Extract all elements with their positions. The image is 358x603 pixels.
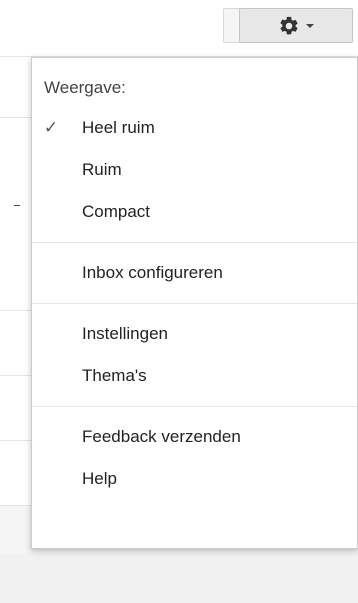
checkmark-icon: ✓ — [43, 118, 59, 137]
menu-item-label: Inbox configureren — [82, 263, 223, 282]
menu-item-label: Thema's — [82, 366, 147, 385]
gear-icon — [280, 16, 298, 34]
menu-item-label: Heel ruim — [82, 118, 155, 137]
display-density-label: Weergave: — [44, 78, 126, 97]
gmail-page: Nl Weergave: ✓ Heel ruim Ruim Compact In… — [0, 0, 358, 603]
menu-item-configure-inbox[interactable]: Inbox configureren — [32, 252, 357, 294]
menu-item-themes[interactable]: Thema's — [32, 355, 357, 397]
row-fragment — [14, 205, 20, 206]
menu-separator — [32, 303, 357, 304]
footer-band — [0, 553, 358, 603]
menu-item-compact[interactable]: Compact — [32, 191, 357, 233]
menu-item-comfortable[interactable]: ✓ Heel ruim — [32, 107, 357, 149]
menu-item-label: Feedback verzenden — [82, 427, 241, 446]
settings-button[interactable] — [239, 8, 353, 43]
menu-item-help[interactable]: Help — [32, 458, 357, 500]
menu-separator — [32, 406, 357, 407]
settings-menu: Weergave: ✓ Heel ruim Ruim Compact Inbox… — [31, 57, 358, 549]
menu-item-send-feedback[interactable]: Feedback verzenden — [32, 416, 357, 458]
chevron-down-icon — [306, 23, 314, 28]
menu-item-label: Help — [82, 469, 117, 488]
menu-item-label: Compact — [82, 202, 151, 221]
menu-item-label: Ruim — [82, 160, 122, 179]
menu-item-settings[interactable]: Instellingen — [32, 313, 357, 355]
menu-item-cozy[interactable]: Ruim — [32, 149, 357, 191]
menu-item-label: Instellingen — [82, 324, 169, 343]
menu-separator — [32, 242, 357, 243]
